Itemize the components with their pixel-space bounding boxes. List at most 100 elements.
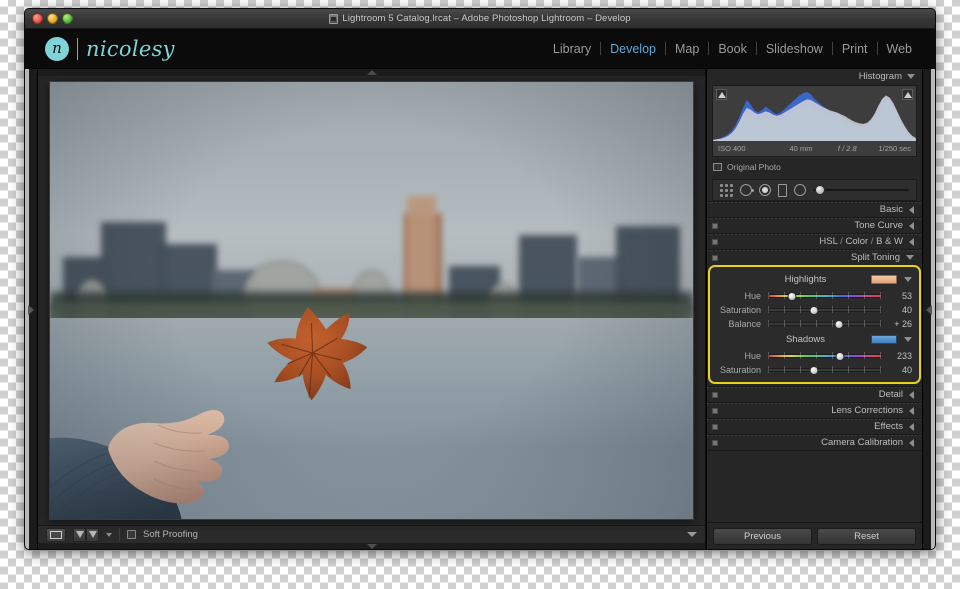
split-toning-shadows-header[interactable]: Shadows [710, 331, 919, 347]
chevron-down-icon[interactable] [907, 73, 915, 79]
split-toning-shadows-saturation-row[interactable]: Saturation 40 [710, 363, 919, 377]
split-toning-panel-body: Highlights Hue 53 Saturation 40 Balance + 26 Sh… [708, 265, 921, 384]
split-toning-shadows-saturation-value[interactable]: 40 [882, 365, 912, 375]
panel-title: Detail [878, 389, 903, 400]
module-book[interactable]: Book [709, 42, 756, 56]
chevron-left-icon[interactable] [909, 221, 914, 230]
panel-header-basic[interactable]: Basic [707, 201, 922, 217]
zoom-button[interactable] [62, 13, 73, 24]
module-slideshow[interactable]: Slideshow [757, 42, 832, 56]
module-picker[interactable]: Library Develop Map Book Slideshow Print Web [544, 42, 921, 56]
panel-header-lens-corrections[interactable]: Lens Corrections [707, 402, 922, 418]
tool-strip[interactable] [712, 179, 917, 201]
adjustment-brush-slider[interactable] [813, 184, 909, 196]
panel-title: Lens Corrections [831, 405, 903, 416]
split-toning-shadows-color-swatch[interactable] [871, 334, 897, 344]
panel-switch-toggle[interactable] [712, 408, 718, 414]
panel-header-split-toning[interactable]: Split Toning [707, 249, 922, 265]
split-toning-shadows-saturation-track[interactable] [768, 364, 882, 376]
panel-switch-toggle[interactable] [712, 223, 718, 229]
window-controls[interactable] [32, 13, 73, 24]
module-library[interactable]: Library [544, 42, 600, 56]
split-toning-shadows-hue-track[interactable] [768, 350, 882, 362]
chevron-left-icon[interactable] [909, 406, 914, 415]
highlight-clipping-indicator[interactable] [902, 89, 913, 100]
chevron-left-icon[interactable] [909, 205, 914, 214]
split-toning-shadows-hue-label: Hue [744, 351, 761, 361]
exif-focal: 40 mm [789, 144, 813, 153]
right-panel: Histogram ISO 400 40 mm f / 2.8 1/250 se… [706, 69, 922, 549]
panel-header-camera-calibration[interactable]: Camera Calibration [707, 434, 922, 450]
split-toning-shadows-hue-value[interactable]: 233 [882, 351, 912, 361]
split-toning-shadows-hue-row[interactable]: Hue 233 [710, 349, 919, 363]
close-button[interactable] [32, 13, 43, 24]
before-after-menu-icon[interactable] [106, 532, 112, 537]
histogram-header[interactable]: Histogram [707, 69, 922, 83]
top-panel-toggle[interactable] [38, 69, 705, 77]
module-develop[interactable]: Develop [601, 42, 665, 56]
minimize-button[interactable] [47, 13, 58, 24]
split-toning-highlights-saturation-row[interactable]: Saturation 40 [710, 303, 919, 317]
left-panel-toggle[interactable] [25, 69, 38, 549]
panel-header-tone-curve[interactable]: Tone Curve [707, 217, 922, 233]
module-map[interactable]: Map [666, 42, 708, 56]
graduated-filter-icon[interactable] [778, 183, 787, 197]
panel-rule [707, 218, 922, 219]
panel-switch-toggle[interactable] [712, 239, 718, 245]
chevron-left-icon[interactable] [909, 390, 914, 399]
split-toning-balance-value[interactable]: + 26 [882, 319, 912, 329]
shadow-clipping-indicator[interactable] [716, 89, 727, 100]
chevron-down-icon[interactable] [904, 336, 912, 342]
soft-proofing-checkbox[interactable] [127, 530, 136, 539]
panel-switch-toggle[interactable] [712, 440, 718, 446]
panel-header-detail[interactable]: Detail [707, 386, 922, 402]
panel-header-hsl-color-b-w[interactable]: HSL / Color / B & W [707, 233, 922, 249]
identity-plate[interactable]: n nicolesy [45, 36, 175, 61]
panel-header-effects[interactable]: Effects [707, 418, 922, 434]
chevron-down-icon[interactable] [906, 255, 914, 260]
panel-switch-toggle[interactable] [712, 255, 718, 261]
chevron-left-icon[interactable] [909, 438, 914, 447]
filmstrip-toggle[interactable] [38, 542, 705, 549]
original-photo-row[interactable]: Original Photo [713, 160, 916, 174]
toolbar-hide-chevron-icon[interactable] [687, 532, 697, 537]
module-web[interactable]: Web [878, 42, 921, 56]
split-toning-highlights-hue-value[interactable]: 53 [882, 291, 912, 301]
before-after-button[interactable] [73, 527, 99, 542]
reset-button[interactable]: Reset [817, 528, 916, 545]
image-canvas[interactable] [38, 76, 705, 525]
loupe-view-button[interactable] [46, 527, 66, 542]
split-toning-highlights-hue-knob[interactable] [787, 291, 797, 301]
split-toning-balance-track[interactable] [768, 318, 882, 330]
split-toning-highlights-saturation-knob[interactable] [809, 305, 819, 315]
photo-preview[interactable] [50, 82, 693, 520]
split-toning-balance-knob[interactable] [834, 319, 844, 329]
previous-button[interactable]: Previous [713, 528, 812, 545]
panel-switch-toggle[interactable] [712, 392, 718, 398]
split-toning-highlights-color-swatch[interactable] [871, 274, 897, 284]
chevron-down-icon[interactable] [904, 276, 912, 282]
split-toning-highlights-header[interactable]: Highlights [710, 271, 919, 287]
histogram[interactable]: ISO 400 40 mm f / 2.8 1/250 sec [712, 85, 917, 157]
panel-switch-toggle[interactable] [712, 424, 718, 430]
chevron-left-icon[interactable] [909, 422, 914, 431]
split-toning-highlights-hue-row[interactable]: Hue 53 [710, 289, 919, 303]
split-toning-highlights-saturation-ticks [768, 306, 882, 313]
module-print[interactable]: Print [833, 42, 877, 56]
window-title-text: Lightroom 5 Catalog.lrcat – Adobe Photos… [342, 13, 631, 24]
crop-overlay-icon[interactable] [720, 183, 733, 197]
original-photo-checkbox[interactable] [713, 163, 722, 171]
catalog-icon [329, 13, 339, 24]
red-eye-correction-icon[interactable] [759, 184, 771, 196]
split-toning-highlights-saturation-track[interactable] [768, 304, 882, 316]
panel-title: Tone Curve [854, 220, 903, 231]
split-toning-shadows-hue-knob[interactable] [835, 351, 845, 361]
spot-removal-icon[interactable] [740, 184, 754, 196]
chevron-left-icon[interactable] [909, 237, 914, 246]
split-toning-shadows-saturation-knob[interactable] [809, 365, 819, 375]
radial-filter-icon[interactable] [794, 184, 806, 196]
split-toning-balance-row[interactable]: Balance + 26 [710, 317, 919, 331]
split-toning-highlights-hue-track[interactable] [768, 290, 882, 302]
split-toning-highlights-saturation-value[interactable]: 40 [882, 305, 912, 315]
right-panel-toggle[interactable] [922, 69, 935, 549]
